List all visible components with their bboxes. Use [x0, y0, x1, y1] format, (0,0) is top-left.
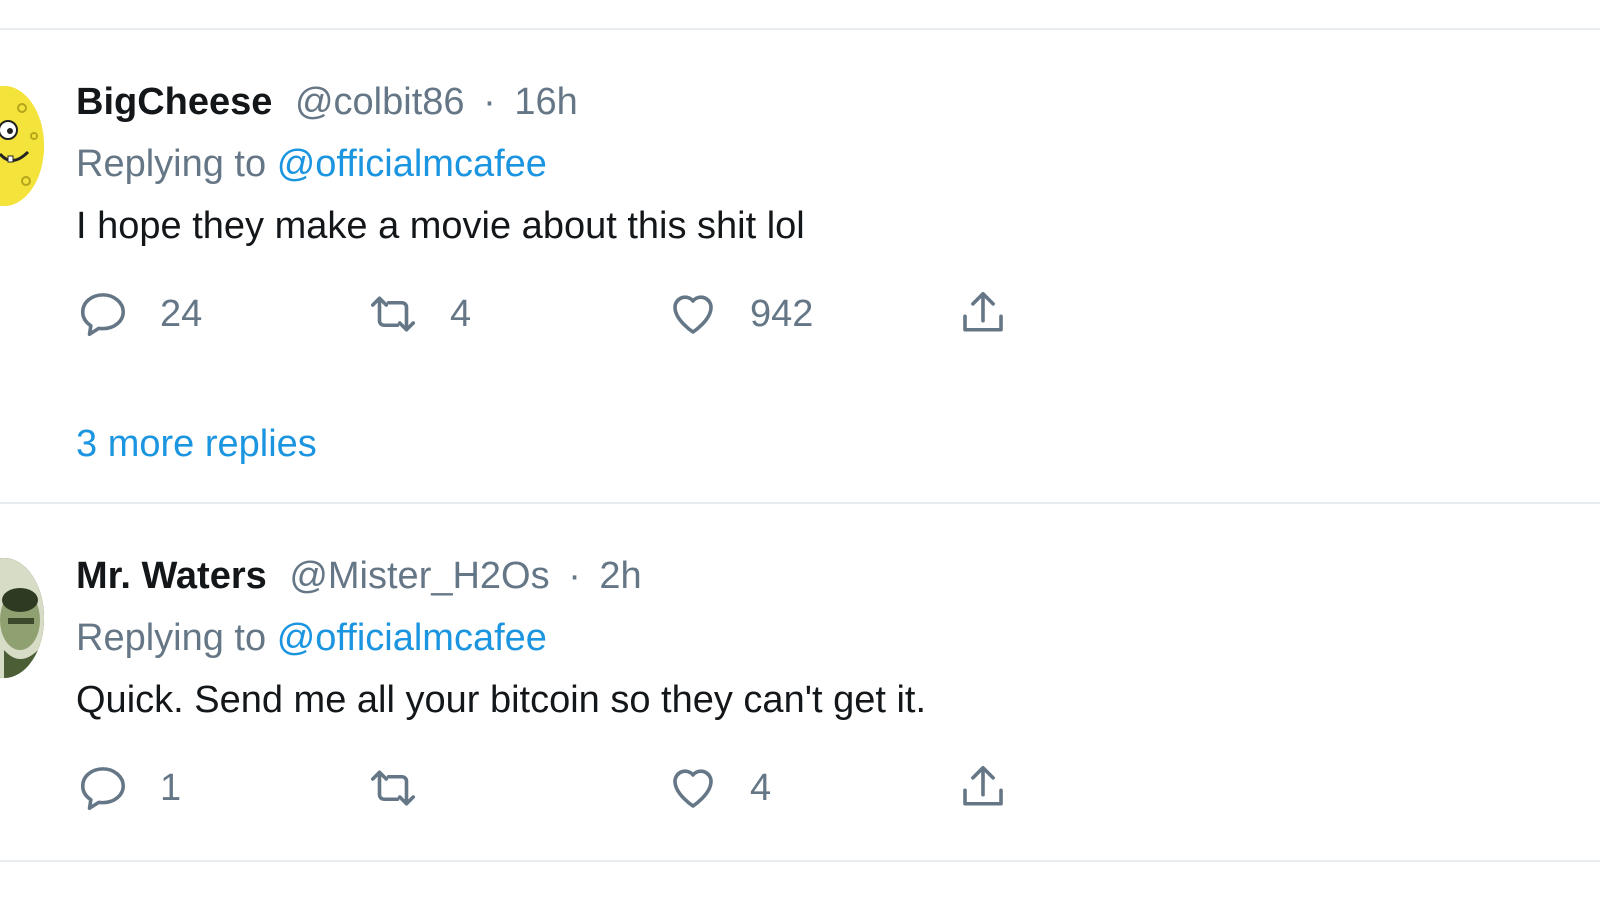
avatar[interactable]: [0, 86, 44, 206]
timestamp[interactable]: 16h: [514, 81, 577, 123]
reply-icon: [80, 293, 126, 337]
reply-icon: [80, 767, 126, 811]
retweet-icon: [370, 296, 416, 332]
share-button[interactable]: [956, 758, 1010, 818]
mention-link[interactable]: @officialmcafee: [277, 617, 547, 659]
top-divider: [0, 28, 1600, 30]
retweet-count: 4: [450, 292, 472, 335]
green-portrait-avatar-icon: [0, 558, 44, 678]
reply-button[interactable]: 1: [76, 758, 181, 818]
tweet-header: Mr. Waters @Mister_H2Os · 2h: [76, 552, 1476, 600]
replying-to-label: Replying to: [76, 143, 267, 185]
timestamp[interactable]: 2h: [599, 555, 641, 597]
like-button[interactable]: 942: [666, 284, 813, 344]
tweet: BigCheese @colbit86 · 16h Replying to @o…: [76, 78, 1476, 250]
tweet-actions: 24 4 942: [76, 284, 1076, 344]
like-count: 4: [750, 766, 772, 809]
mention-link[interactable]: @officialmcafee: [277, 143, 547, 185]
tweet-divider: [0, 502, 1600, 504]
separator-dot: ·: [568, 555, 581, 597]
avatar[interactable]: [0, 558, 44, 678]
retweet-button[interactable]: [366, 758, 450, 818]
replying-to-line: Replying to @officialmcafee: [76, 140, 1476, 188]
spongebob-avatar-icon: [0, 86, 44, 206]
share-button[interactable]: [956, 284, 1010, 344]
heart-icon: [673, 769, 713, 808]
more-replies-link[interactable]: 3 more replies: [76, 420, 317, 468]
reply-count: 24: [160, 292, 203, 335]
replying-to-label: Replying to: [76, 617, 267, 659]
tweet-actions: 1 4: [76, 758, 1076, 818]
display-name[interactable]: BigCheese: [76, 81, 272, 123]
retweet-button[interactable]: 4: [366, 284, 471, 344]
user-handle[interactable]: @colbit86: [295, 81, 465, 123]
tweet-header: BigCheese @colbit86 · 16h: [76, 78, 1476, 126]
reply-count: 1: [160, 766, 182, 809]
replying-to-line: Replying to @officialmcafee: [76, 614, 1476, 662]
tweet-text: I hope they make a movie about this shit…: [76, 205, 805, 247]
share-icon: [963, 765, 1003, 806]
user-handle[interactable]: @Mister_H2Os: [289, 555, 549, 597]
reply-button[interactable]: 24: [76, 284, 202, 344]
like-count: 942: [750, 292, 814, 335]
share-icon: [963, 291, 1003, 332]
tweet: Mr. Waters @Mister_H2Os · 2h Replying to…: [76, 552, 1476, 724]
separator-dot: ·: [483, 81, 496, 123]
like-button[interactable]: 4: [666, 758, 771, 818]
display-name[interactable]: Mr. Waters: [76, 555, 267, 597]
tweet-text: Quick. Send me all your bitcoin so they …: [76, 679, 927, 721]
bottom-divider: [0, 860, 1600, 862]
retweet-icon: [370, 770, 416, 806]
heart-icon: [673, 295, 713, 334]
